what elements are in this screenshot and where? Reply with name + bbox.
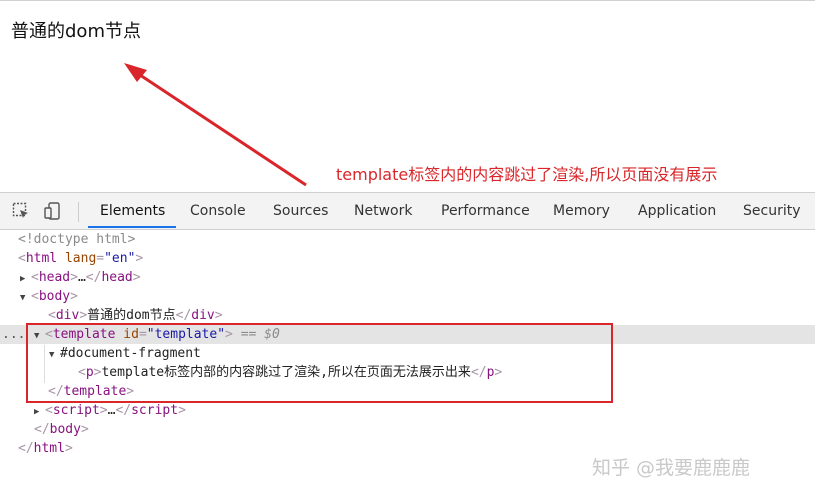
tree-row-html[interactable]: <html lang="en"> (0, 249, 815, 268)
toolbar-separator (78, 202, 79, 222)
active-tab-indicator (88, 226, 176, 228)
tab-sources[interactable]: Sources (273, 193, 328, 229)
tree-row-body[interactable]: ▼ <body> (0, 287, 815, 306)
tag-name: div (55, 308, 80, 323)
tag-name: head (38, 270, 71, 285)
tree-row-doctype[interactable]: <!doctype html> (0, 230, 815, 249)
more-options-icon[interactable]: ... (2, 325, 25, 344)
page-viewport: 普通的dom节点 template标签内的内容跳过了渲染,所以页面没有展示 (0, 0, 815, 193)
tag-name: script (52, 403, 100, 418)
annotation-text: template标签内的内容跳过了渲染,所以页面没有展示 (336, 165, 718, 184)
tag-name: html (33, 441, 65, 456)
doctype-text: <!doctype html> (18, 232, 136, 247)
tree-row-script[interactable]: ▶ <script>…</script> (0, 401, 815, 420)
tab-console[interactable]: Console (190, 193, 246, 229)
tab-memory[interactable]: Memory (553, 193, 610, 229)
div-text: 普通的dom节点 (87, 308, 176, 323)
tab-performance[interactable]: Performance (441, 193, 530, 229)
tag-name: div (191, 308, 215, 323)
tab-security[interactable]: Security (743, 193, 801, 229)
ellipsis: … (77, 270, 86, 285)
tree-row-head[interactable]: ▶ <head>…</head> (0, 268, 815, 287)
attr-name: lang (64, 251, 97, 266)
attr-value: "en" (104, 251, 136, 266)
tag-name: body (49, 422, 81, 437)
tab-application[interactable]: Application (638, 193, 716, 229)
tab-elements[interactable]: Elements (100, 193, 165, 229)
tag-name: script (131, 403, 179, 418)
inspect-element-icon[interactable] (12, 202, 30, 220)
tag-name: html (25, 251, 58, 266)
template-highlight-box (26, 323, 613, 403)
tag-name: head (101, 270, 133, 285)
tab-network[interactable]: Network (354, 193, 412, 229)
watermark: 知乎 @我要鹿鹿鹿 (592, 457, 751, 479)
devtools-toolbar: Elements Console Sources Network Perform… (0, 192, 815, 230)
device-toolbar-icon[interactable] (44, 202, 62, 220)
tag-name: body (38, 289, 71, 304)
tree-row-body-close[interactable]: </body> (0, 420, 815, 439)
